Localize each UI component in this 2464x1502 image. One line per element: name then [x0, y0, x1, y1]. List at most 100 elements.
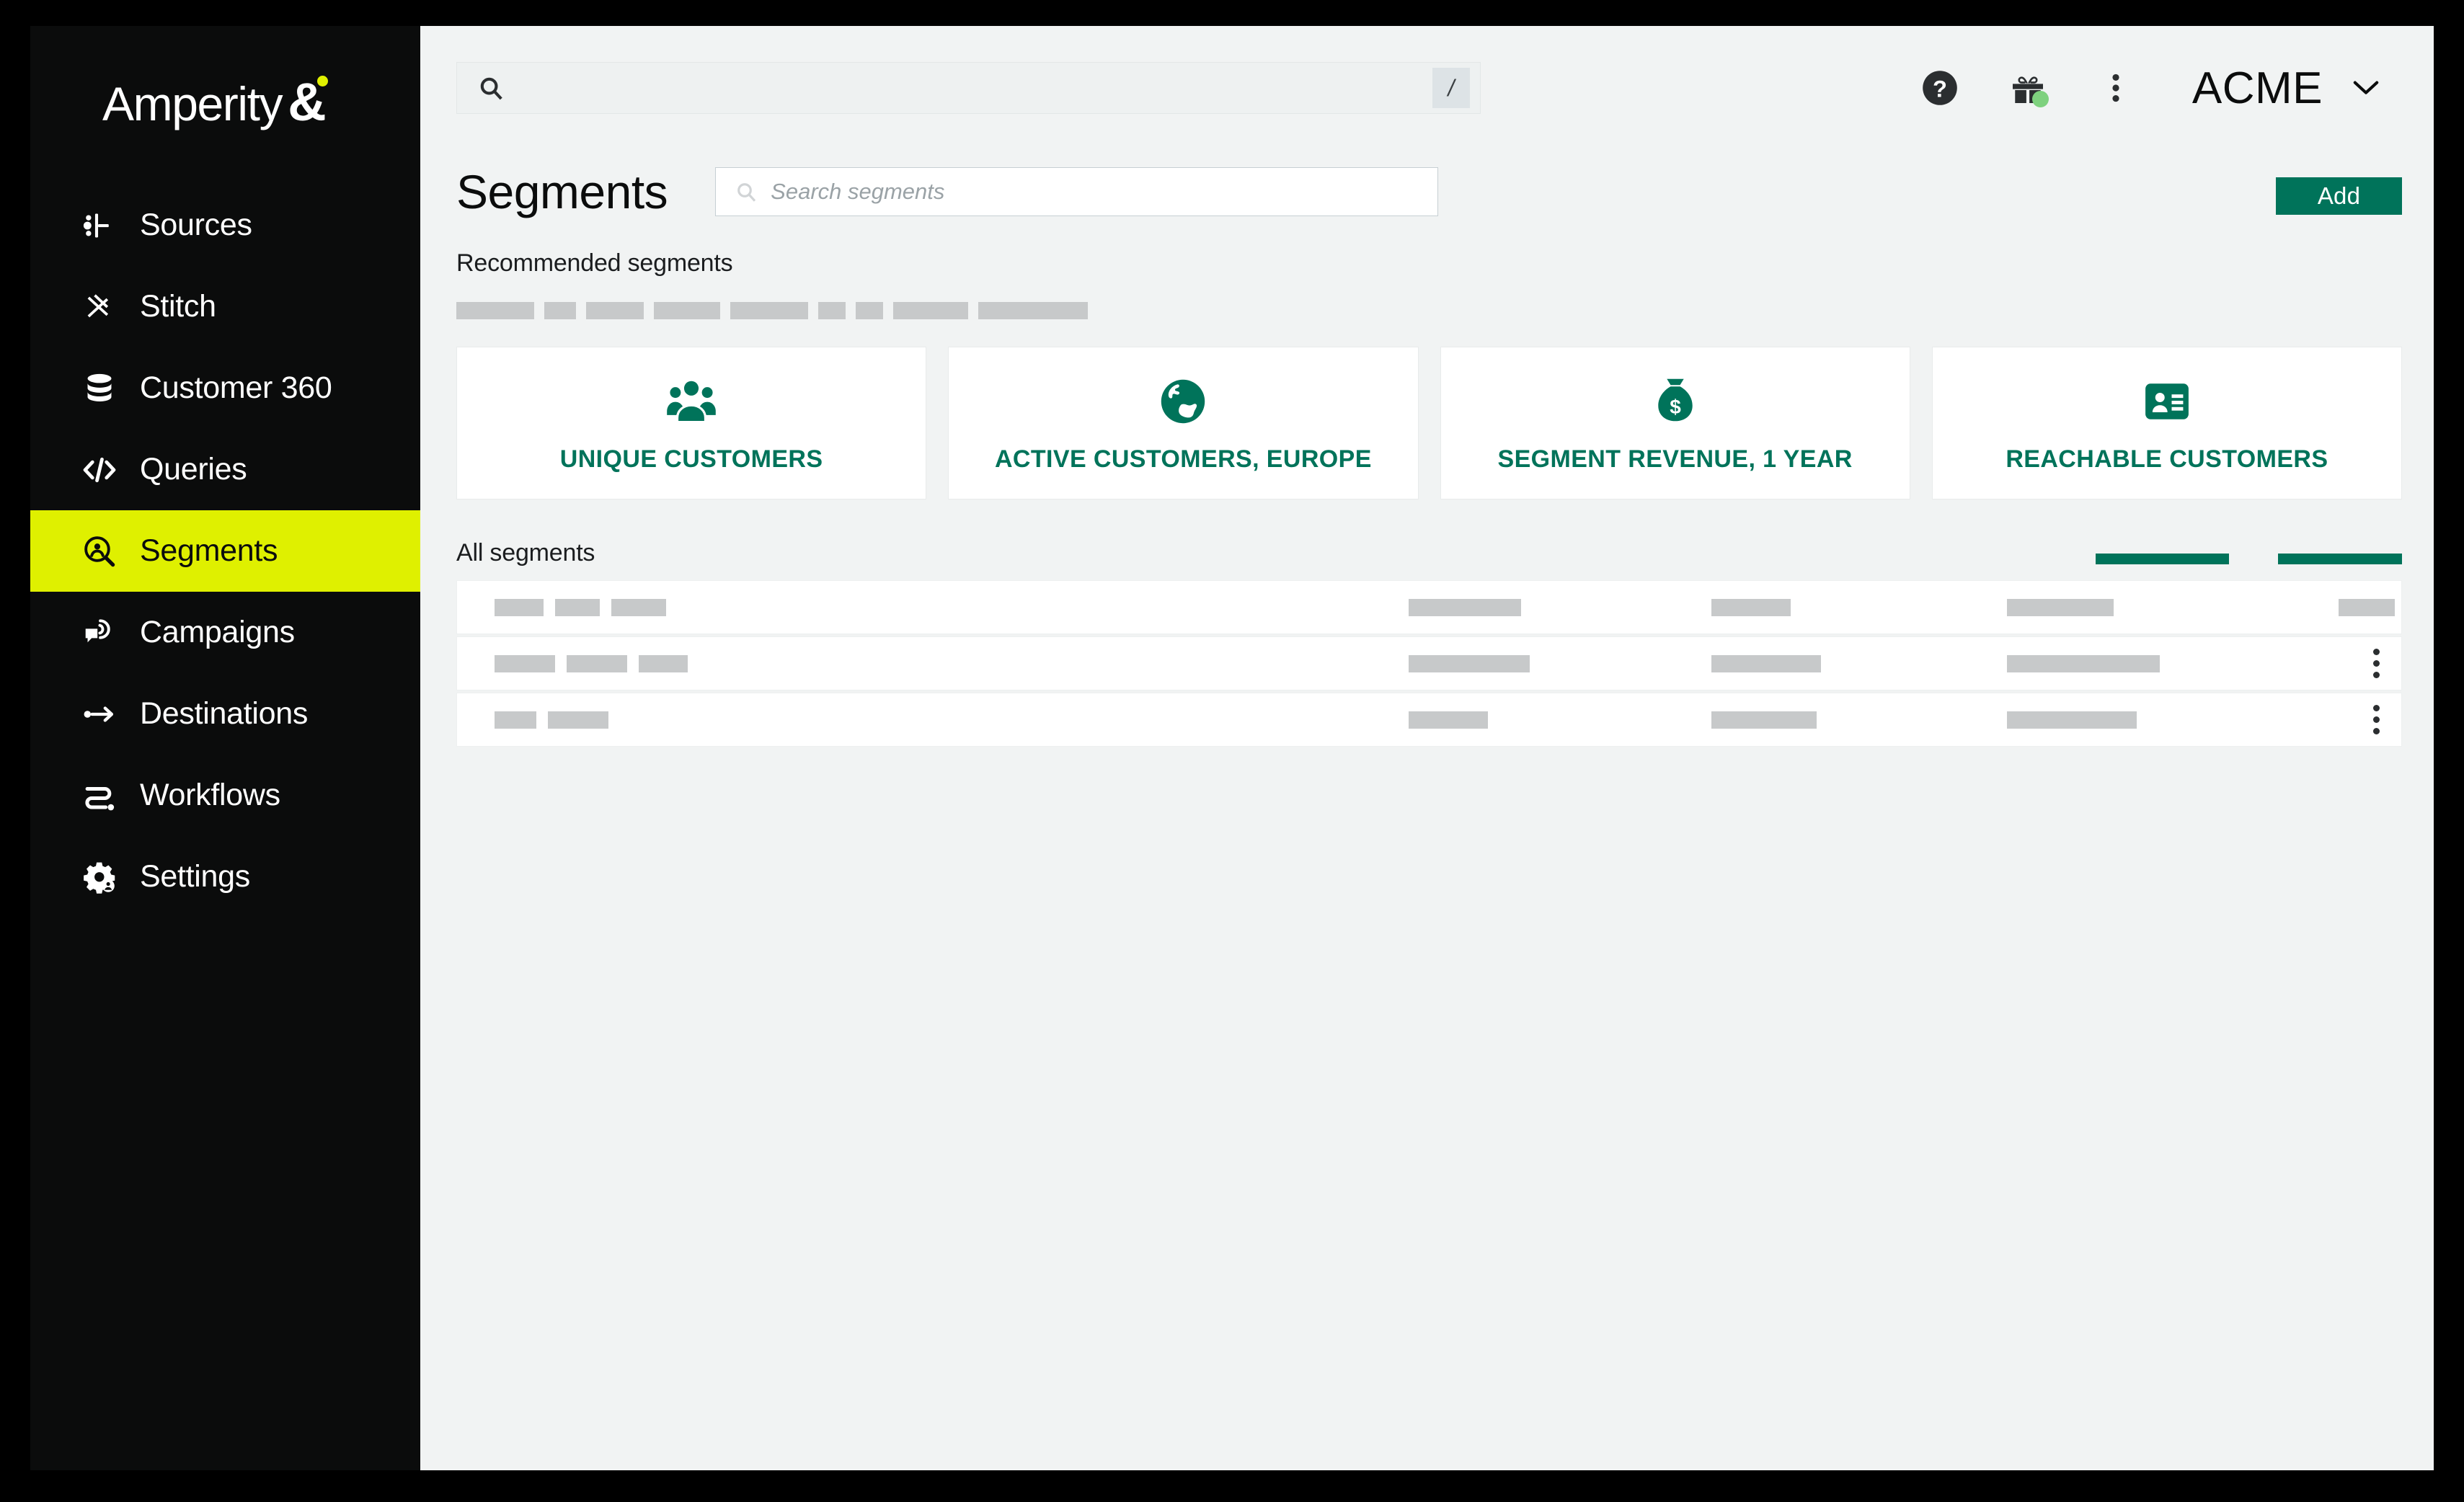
gift-icon[interactable] — [2006, 66, 2049, 110]
skeleton-bar — [495, 654, 555, 672]
table-cell — [2007, 654, 2160, 672]
sidebar-item-label: Campaigns — [140, 615, 295, 649]
app-logo[interactable]: Amperity & — [30, 26, 420, 177]
skeleton-bar — [548, 711, 608, 729]
skeleton-bar — [639, 654, 688, 672]
top-bar: / ? ACME — [420, 26, 2434, 150]
stitch-icon — [79, 287, 120, 327]
logo-ampersand-icon: & — [288, 71, 329, 133]
recommended-card[interactable]: ACTIVE CUSTOMERS, EUROPE — [948, 347, 1419, 499]
sidebar-nav: Sources Stitch Customer 360 Queries Segments… — [30, 185, 420, 917]
sidebar-item-label: Settings — [140, 859, 250, 894]
table-cell — [1409, 598, 1521, 616]
skeleton-bar — [978, 302, 1088, 319]
sidebar-item-campaigns[interactable]: Campaigns — [30, 592, 420, 673]
table-row[interactable] — [456, 580, 2402, 634]
global-search-input[interactable] — [516, 76, 1432, 100]
sidebar-item-label: Queries — [140, 452, 247, 486]
id-card-icon — [2139, 373, 2195, 430]
recommended-card[interactable]: UNIQUE CUSTOMERS — [456, 347, 927, 499]
table-cell — [2007, 598, 2114, 616]
search-icon — [735, 180, 758, 203]
skeleton-bar — [544, 302, 576, 319]
topbar-icon-group: ? — [1918, 66, 2137, 110]
logo-accent-dot-icon — [317, 75, 329, 86]
all-segments-label: All segments — [456, 539, 595, 566]
database-icon — [79, 368, 120, 409]
row-overflow-menu-icon[interactable] — [2373, 705, 2380, 734]
skeleton-bar — [2339, 598, 2395, 616]
sidebar-item-destinations[interactable]: Destinations — [30, 673, 420, 755]
sidebar-item-sources[interactable]: Sources — [30, 185, 420, 266]
sidebar-item-label: Segments — [140, 533, 278, 568]
recommended-card-label: UNIQUE CUSTOMERS — [559, 445, 823, 473]
add-segment-button[interactable]: Add — [2276, 177, 2402, 215]
skeleton-bar — [893, 302, 968, 319]
sidebar-item-stitch[interactable]: Stitch — [30, 266, 420, 347]
all-segments-header: All segments — [456, 531, 2402, 567]
sidebar: Amperity & Sources Stitch Customer 360 Quer… — [30, 26, 420, 1470]
skeleton-bar — [611, 598, 666, 616]
gift-notification-badge — [2031, 91, 2049, 107]
recommended-skeleton — [456, 302, 2402, 319]
table-cell — [495, 711, 608, 729]
svg-text:$: $ — [1670, 395, 1681, 417]
skeleton-bar — [555, 598, 600, 616]
recommended-card[interactable]: $ SEGMENT REVENUE, 1 YEAR — [1440, 347, 1910, 499]
sidebar-item-queries[interactable]: Queries — [30, 429, 420, 510]
segment-search-icon — [79, 531, 120, 572]
campaigns-icon — [79, 613, 120, 653]
skeleton-bar — [1409, 711, 1488, 729]
page-title: Segments — [456, 165, 668, 218]
search-shortcut-badge: / — [1432, 68, 1470, 108]
table-cell — [1409, 654, 1530, 672]
skeleton-bar — [495, 598, 544, 616]
sidebar-item-label: Destinations — [140, 696, 309, 731]
overflow-menu-icon[interactable] — [2094, 66, 2137, 110]
skeleton-bar — [1409, 598, 1521, 616]
table-action-skeleton[interactable] — [2096, 554, 2229, 564]
chevron-down-icon — [2347, 68, 2385, 109]
skeleton-bar — [1711, 654, 1821, 672]
recommended-card-label: REACHABLE CUSTOMERS — [2006, 445, 2328, 473]
people-group-icon — [663, 373, 719, 430]
segment-search[interactable] — [715, 167, 1439, 216]
table-action-skeleton[interactable] — [2278, 554, 2402, 564]
table-cell — [2007, 711, 2137, 729]
skeleton-bar — [495, 711, 536, 729]
row-overflow-menu-icon[interactable] — [2373, 649, 2380, 678]
table-cell — [2339, 598, 2395, 616]
skeleton-bar — [818, 302, 846, 319]
skeleton-bar — [567, 654, 627, 672]
skeleton-bar — [2007, 598, 2114, 616]
table-row[interactable] — [456, 693, 2402, 747]
table-row[interactable] — [456, 636, 2402, 690]
sidebar-item-label: Workflows — [140, 778, 280, 812]
recommended-card-label: SEGMENT REVENUE, 1 YEAR — [1497, 445, 1853, 473]
global-search[interactable]: / — [456, 62, 1481, 114]
sidebar-item-segments[interactable]: Segments — [30, 510, 420, 592]
svg-text:?: ? — [1933, 75, 1947, 102]
page-content: Segments Add Recommended segments UNIQUE… — [420, 150, 2434, 1470]
segments-table — [456, 580, 2402, 747]
table-cell — [1711, 598, 1791, 616]
sidebar-item-customer-360[interactable]: Customer 360 — [30, 347, 420, 429]
recommended-segments-label: Recommended segments — [456, 249, 733, 277]
search-icon — [477, 74, 505, 102]
logo-text: Amperity — [102, 76, 283, 130]
sidebar-item-settings[interactable]: Settings — [30, 836, 420, 917]
sidebar-item-workflows[interactable]: Workflows — [30, 755, 420, 836]
table-cell — [495, 654, 688, 672]
help-icon[interactable]: ? — [1918, 66, 1962, 110]
segment-search-input[interactable] — [771, 179, 1438, 205]
recommended-card[interactable]: REACHABLE CUSTOMERS — [1931, 347, 2402, 499]
app-window: Amperity & Sources Stitch Customer 360 Quer… — [30, 26, 2434, 1470]
code-icon — [79, 450, 120, 490]
sources-icon — [79, 205, 120, 246]
account-switcher[interactable]: ACME — [2192, 63, 2402, 114]
skeleton-bar — [856, 302, 883, 319]
money-bag-icon: $ — [1647, 373, 1703, 430]
workflows-icon — [79, 776, 120, 816]
page-header: Segments Add — [456, 150, 2402, 234]
skeleton-bar — [1711, 711, 1817, 729]
